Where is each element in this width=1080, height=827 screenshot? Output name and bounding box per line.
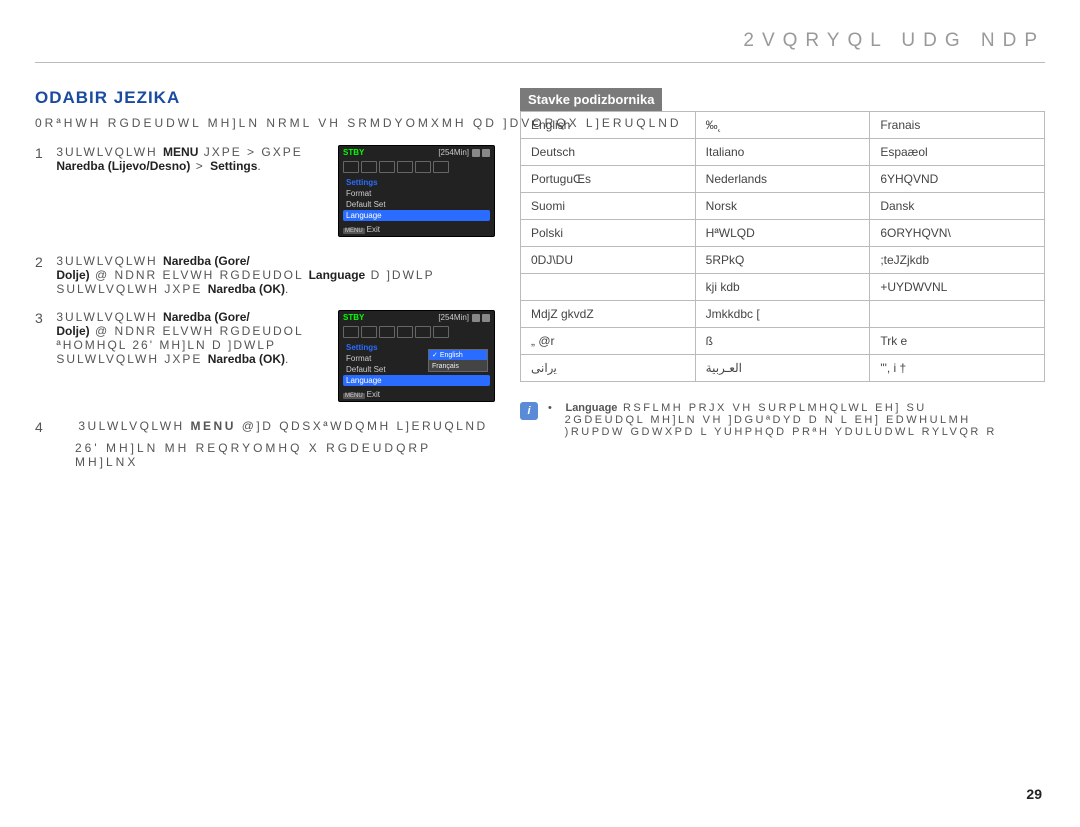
exit-label: MENUExit bbox=[343, 390, 380, 399]
step-number: 4 bbox=[35, 419, 53, 435]
language-cell: ‰˛ bbox=[695, 112, 870, 139]
step-text: 3ULWLVQLWH MENU JXPE > GXPE Naredba (Lij… bbox=[56, 145, 316, 173]
note-text: • Language RSFLMH PRJX VH SURPLMHQLWL EH… bbox=[548, 402, 997, 438]
status-icons bbox=[472, 149, 490, 157]
step-text: 3ULWLVQLWH MENU @]D QDSXªWDQMH L]ERUQLND bbox=[78, 419, 487, 433]
language-cell bbox=[521, 274, 696, 301]
table-row: DeutschItalianoEspaæol bbox=[521, 139, 1045, 166]
lcd-screenshot-2: STBY [254Min] Settings Format Default Se… bbox=[338, 310, 495, 402]
rec-status: STBY bbox=[343, 148, 364, 157]
step-text: 3ULWLVQLWH Naredba (Gore/Dolje) @ NDNR E… bbox=[56, 310, 316, 366]
menu-item-selected: Language bbox=[343, 375, 490, 386]
language-cell: 0DJ\DU bbox=[521, 247, 696, 274]
step-number: 2 bbox=[35, 254, 53, 270]
submenu-heading: Stavke podizbornika bbox=[520, 88, 662, 111]
language-cell: 6ORYHQVN\ bbox=[870, 220, 1045, 247]
note-block: i • Language RSFLMH PRJX VH SURPLMHQLWL … bbox=[520, 402, 1045, 438]
menu-item: Format bbox=[343, 188, 490, 199]
page-number: 29 bbox=[1026, 786, 1042, 802]
intro-text: 0RªHWH RGDEUDWL MH]LN NRML VH SRMDYOMXMH… bbox=[35, 116, 495, 130]
language-cell: kji kdb bbox=[695, 274, 870, 301]
mode-icons bbox=[339, 324, 494, 340]
menu-item-selected: Language bbox=[343, 210, 490, 221]
table-row: 0DJ\DU5RPkQ;teJZjkdb bbox=[521, 247, 1045, 274]
table-row: ﻳﺭﺍﻧﯽﺍﻟﻌـﺮﺑﻴﺔ"', i † bbox=[521, 355, 1045, 382]
language-cell: Espaæol bbox=[870, 139, 1045, 166]
language-cell: Polski bbox=[521, 220, 696, 247]
rec-status: STBY bbox=[343, 313, 364, 322]
table-row: English‰˛Franais bbox=[521, 112, 1045, 139]
rec-time: [254Min] bbox=[438, 148, 469, 157]
step-number: 1 bbox=[35, 145, 53, 161]
osd-menu: Settings Format Default Set Language bbox=[339, 175, 494, 223]
language-cell: Franais bbox=[870, 112, 1045, 139]
language-cell: Dansk bbox=[870, 193, 1045, 220]
step-3: 3 3ULWLVQLWH Naredba (Gore/Dolje) @ NDNR… bbox=[35, 310, 495, 405]
step-4: 4 3ULWLVQLWH MENU @]D QDSXªWDQMH L]ERUQL… bbox=[35, 419, 495, 469]
language-cell: Suomi bbox=[521, 193, 696, 220]
language-cell: „ @r bbox=[521, 328, 696, 355]
submenu-item: Français bbox=[429, 362, 487, 371]
chapter-header: 2VQRYQL UDG NDP bbox=[35, 30, 1045, 63]
info-icon: i bbox=[520, 402, 538, 420]
language-submenu: English Français bbox=[428, 349, 488, 372]
language-cell: Jmkkdbc [ bbox=[695, 301, 870, 328]
language-cell: MdjZ gkvdZ bbox=[521, 301, 696, 328]
exit-label: MENUExit bbox=[343, 225, 380, 234]
language-cell: Nederlands bbox=[695, 166, 870, 193]
table-row: PortuguŒsNederlands6YHQVND bbox=[521, 166, 1045, 193]
table-row: MdjZ gkvdZJmkkdbc [ bbox=[521, 301, 1045, 328]
language-cell: Norsk bbox=[695, 193, 870, 220]
language-cell: Trk e bbox=[870, 328, 1045, 355]
step-text: 3ULWLVQLWH Naredba (Gore/Dolje) @ NDNR E… bbox=[56, 254, 486, 296]
table-row: „ @rßTrk e bbox=[521, 328, 1045, 355]
language-table: English‰˛FranaisDeutschItalianoEspaæolPo… bbox=[520, 111, 1045, 382]
language-cell: HªWLQD bbox=[695, 220, 870, 247]
language-cell: "', i † bbox=[870, 355, 1045, 382]
language-cell: ß bbox=[695, 328, 870, 355]
rec-time: [254Min] bbox=[438, 313, 469, 322]
table-row: SuomiNorskDansk bbox=[521, 193, 1045, 220]
language-cell: 5RPkQ bbox=[695, 247, 870, 274]
language-cell: ﻳﺭﺍﻧﯽ bbox=[521, 355, 696, 382]
mode-icons bbox=[339, 159, 494, 175]
menu-header: Settings bbox=[343, 177, 490, 188]
language-cell: ;teJZjkdb bbox=[870, 247, 1045, 274]
step-number: 3 bbox=[35, 310, 53, 326]
lcd-screenshot-1: STBY [254Min] Settings Format Default Se… bbox=[338, 145, 495, 237]
table-row: PolskiHªWLQD6ORYHQVN\ bbox=[521, 220, 1045, 247]
step-1: 1 3ULWLVQLWH MENU JXPE > GXPE Naredba (L… bbox=[35, 145, 495, 240]
status-icons bbox=[472, 314, 490, 322]
section-title: ODABIR JEZIKA bbox=[35, 88, 495, 108]
language-cell: 6YHQVND bbox=[870, 166, 1045, 193]
language-cell: Deutsch bbox=[521, 139, 696, 166]
menu-item: Default Set bbox=[343, 199, 490, 210]
step-text-line2: 26' MH]LN MH REQRYOMHQ X RGDEUDQRP MH]LN… bbox=[75, 441, 495, 469]
table-row: kji kdb+UYDWVNL bbox=[521, 274, 1045, 301]
language-cell bbox=[870, 301, 1045, 328]
step-2: 2 3ULWLVQLWH Naredba (Gore/Dolje) @ NDNR… bbox=[35, 254, 495, 296]
language-cell: PortuguŒs bbox=[521, 166, 696, 193]
language-cell: English bbox=[521, 112, 696, 139]
step-list: 1 3ULWLVQLWH MENU JXPE > GXPE Naredba (L… bbox=[35, 145, 495, 469]
language-cell: ﺍﻟﻌـﺮﺑﻴﺔ bbox=[695, 355, 870, 382]
submenu-item-selected: English bbox=[429, 350, 487, 360]
language-cell: +UYDWVNL bbox=[870, 274, 1045, 301]
language-cell: Italiano bbox=[695, 139, 870, 166]
